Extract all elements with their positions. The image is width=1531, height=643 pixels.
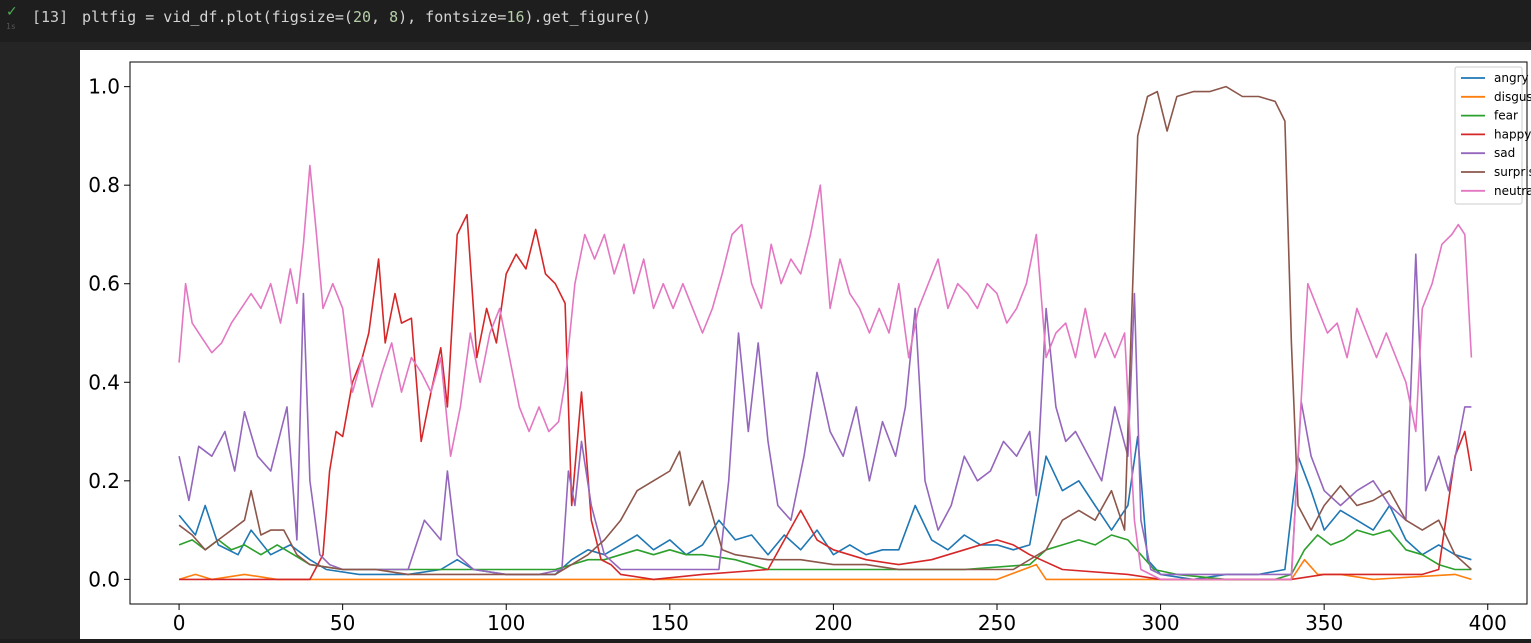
- x-tick-label: 150: [651, 611, 689, 635]
- legend-label-angry: angry: [1494, 71, 1529, 85]
- legend-label-fear: fear: [1494, 109, 1518, 123]
- y-tick-label: 0.4: [88, 370, 120, 394]
- x-tick-label: 0: [173, 611, 186, 635]
- run-status-check-icon[interactable]: ✓: [6, 4, 18, 20]
- series-line-happy: [179, 213, 1473, 581]
- x-tick-label: 350: [1305, 611, 1343, 635]
- line-chart: 0 50 100 150 200 250 300 350 400 0.0 0.2 0.4 0.6 0.8 1…: [88, 61, 1531, 635]
- code-token: ).get_figure(): [524, 8, 651, 26]
- legend-label-disgust: disgust: [1494, 90, 1531, 104]
- code-number: 20: [352, 8, 371, 26]
- code-cell-header: ✓ 1s [13] pltfig = vid_df.plot(figsize=(…: [0, 0, 1531, 42]
- legend-label-happy: happy: [1494, 127, 1531, 141]
- series-line-neutral: [178, 164, 1473, 581]
- x-tick-label: 250: [978, 611, 1016, 635]
- figure-output: 0 50 100 150 200 250 300 350 400 0.0 0.2 0.4 0.6 0.8 1…: [80, 50, 1531, 639]
- code-token: ), fontsize=: [398, 8, 507, 26]
- execution-count: [13]: [32, 8, 69, 26]
- code-token: ,: [371, 8, 390, 26]
- series-line-surprise: [178, 85, 1472, 576]
- legend-label-surprise: surprise: [1494, 165, 1531, 179]
- x-tick-label: 300: [1141, 611, 1179, 635]
- y-tick-label: 0.6: [88, 272, 120, 296]
- code-input[interactable]: pltfig = vid_df.plot(figsize=(20, 8), fo…: [82, 8, 651, 26]
- y-tick-label: 1.0: [88, 75, 120, 99]
- code-token: pltfig = vid_df.plot(figsize=(: [82, 8, 353, 26]
- y-tick-label: 0.0: [88, 567, 120, 591]
- y-tick-label: 0.2: [88, 469, 120, 493]
- legend-label-neutral: neutral: [1494, 184, 1531, 198]
- x-tick-label: 400: [1469, 611, 1507, 635]
- series-line-angry: [178, 435, 1472, 581]
- code-number: 8: [389, 8, 399, 26]
- output-gutter: [0, 42, 80, 639]
- code-number: 16: [506, 8, 525, 26]
- series-line-fear: [178, 529, 1472, 581]
- plot-frame: [129, 61, 1528, 605]
- x-tick-label: 200: [814, 611, 852, 635]
- execution-time: 1s: [6, 22, 16, 31]
- cell-output-area: 0 50 100 150 200 250 300 350 400 0.0 0.2 0.4 0.6 0.8 1…: [0, 42, 1531, 639]
- y-tick-label: 0.8: [88, 173, 120, 197]
- x-tick-label: 50: [330, 611, 355, 635]
- legend-label-sad: sad: [1494, 146, 1515, 160]
- x-tick-label: 100: [487, 611, 525, 635]
